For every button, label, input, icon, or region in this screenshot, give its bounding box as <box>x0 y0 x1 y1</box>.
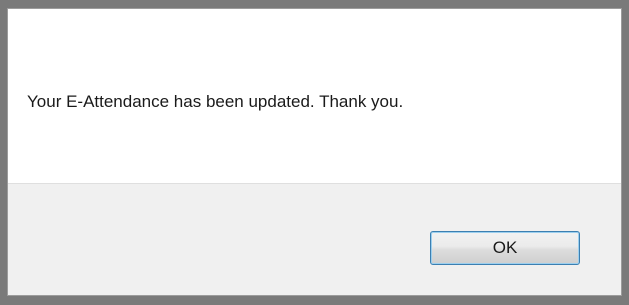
dialog-window: Your E-Attendance has been updated. Than… <box>0 0 629 305</box>
dialog-message: Your E-Attendance has been updated. Than… <box>27 92 404 111</box>
dialog-content: Your E-Attendance has been updated. Than… <box>8 9 621 183</box>
dialog-button-bar: OK <box>8 183 621 295</box>
ok-button[interactable]: OK <box>430 231 580 265</box>
dialog-frame: Your E-Attendance has been updated. Than… <box>7 8 622 296</box>
